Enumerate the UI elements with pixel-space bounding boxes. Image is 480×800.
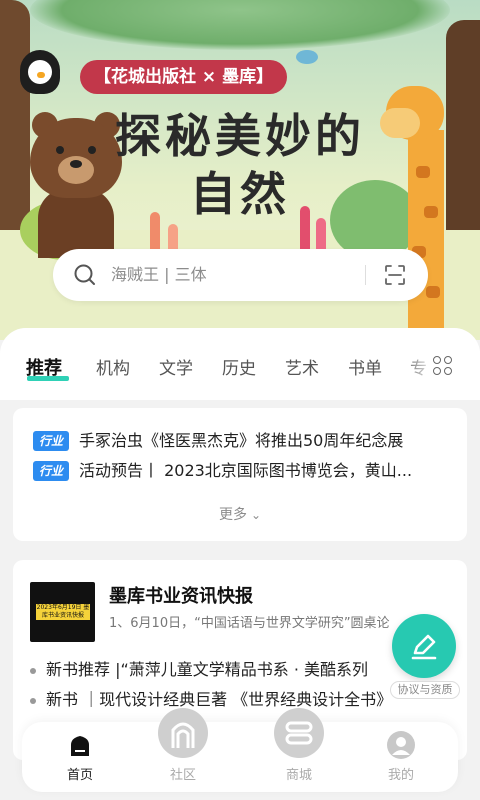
bulletin-thumbnail-text: 2023年6月19日 墨库书业资讯快报 [36, 604, 90, 620]
agreement-link[interactable]: 协议与资质 [390, 681, 460, 699]
search-divider [365, 265, 366, 285]
bullet-dot [30, 667, 36, 674]
nav-label: 首页 [66, 768, 93, 783]
nav-shop[interactable]: 商城 [259, 708, 339, 792]
search-input[interactable]: 海贼王 | 三体 [111, 249, 207, 301]
bullet-dot [30, 697, 36, 704]
nav-profile[interactable]: 我的 [361, 722, 441, 792]
banner-title-line2: 自然 [190, 167, 290, 221]
category-tabs: 推荐 机构 文学 历史 艺术 书单 专 [0, 328, 480, 400]
news-item-title: 手冢治虫《怪医黑杰克》将推出50周年纪念展 [79, 431, 404, 450]
nav-label: 我的 [387, 768, 414, 783]
category-grid-icon[interactable] [433, 356, 453, 376]
industry-news-card: 行业 手冢治虫《怪医黑杰克》将推出50周年纪念展 行业 活动预告丨 2023北京… [13, 408, 467, 541]
tab-literature[interactable]: 文学 [159, 354, 193, 379]
industry-badge: 行业 [33, 461, 69, 481]
bottom-navigation: 首页 社区 商城 我的 [22, 708, 458, 792]
penguin-illustration [20, 50, 60, 94]
profile-icon [387, 731, 415, 759]
bulletin-item[interactable]: 新书推荐 |“萧萍儿童文学精品书系 · 美酷系列 [30, 656, 450, 680]
nav-home[interactable]: 首页 [40, 722, 120, 792]
bulletin-item[interactable]: 新书 ｜现代设计经典巨著 《世界经典设计全书》 [30, 686, 450, 710]
bulletin-title: 墨库书业资讯快报 [109, 586, 253, 607]
news-item[interactable]: 行业 手冢治虫《怪医黑杰克》将推出50周年纪念展 [33, 428, 453, 454]
search-bar[interactable]: 海贼王 | 三体 [53, 249, 428, 301]
publisher-pill: 【花城出版社 × 墨库】 [80, 60, 288, 94]
more-label: 更多 [218, 507, 247, 523]
banner-title-line1: 探秘美妙的 [115, 109, 365, 163]
tab-active-indicator [27, 376, 69, 381]
nav-label: 商城 [285, 768, 312, 783]
bird-illustration [296, 50, 318, 64]
more-button[interactable]: 更多 ⌄ [13, 504, 467, 524]
search-icon [74, 264, 95, 285]
home-icon [71, 736, 89, 756]
news-item[interactable]: 行业 活动预告丨 2023北京国际图书博览会，黄山... [33, 458, 453, 484]
nav-community[interactable]: 社区 [143, 708, 223, 792]
banner-foliage [30, 0, 450, 50]
nav-label: 社区 [169, 768, 196, 783]
shop-icon [274, 708, 324, 758]
chevron-down-icon: ⌄ [250, 508, 262, 522]
tab-art[interactable]: 艺术 [285, 354, 319, 379]
news-item-title: 活动预告丨 2023北京国际图书博览会，黄山... [79, 461, 413, 480]
tab-history[interactable]: 历史 [222, 354, 256, 379]
industry-badge: 行业 [33, 431, 69, 451]
tab-booklists[interactable]: 书单 [348, 354, 382, 379]
bulletin-thumbnail: 2023年6月19日 墨库书业资讯快报 [30, 582, 95, 642]
community-icon [158, 708, 208, 758]
scan-icon[interactable] [383, 263, 407, 287]
bulletin-item-text: 新书 ｜现代设计经典巨著 《世界经典设计全书》 [46, 690, 393, 709]
bulletin-item-text: 新书推荐 |“萧萍儿童文学精品书系 · 美酷系列 [46, 660, 369, 679]
tab-institutions[interactable]: 机构 [96, 354, 130, 379]
write-post-button[interactable] [392, 614, 456, 678]
edit-pen-icon [411, 634, 437, 660]
